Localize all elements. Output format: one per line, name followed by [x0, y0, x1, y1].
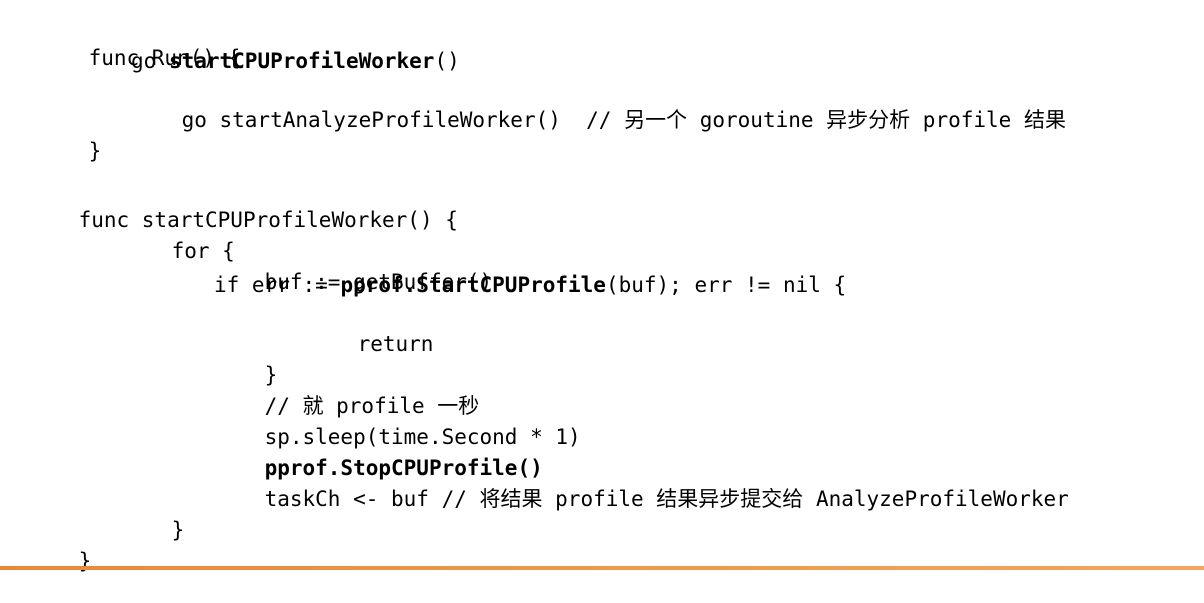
code-line-start-cpu-profile: if err := pprof.StartCPUProfile(buf); er…	[214, 271, 846, 299]
code-line-task-channel-send: taskCh <- buf // 将结果 profile 结果异步提交给 Ana…	[214, 457, 1069, 541]
code-text: if err :=	[214, 273, 341, 297]
code-text: }	[171, 518, 185, 542]
code-line-close-func: }	[28, 519, 92, 603]
code-text: (buf); err != nil {	[605, 273, 847, 297]
code-line-go-start-analyze-worker: go startAnalyzeProfileWorker() // 另一个 go…	[131, 78, 1066, 162]
code-text: go startAnalyzeProfileWorker() // 另一个 go…	[181, 108, 1066, 132]
code-text-bold: pprof.StartCPUProfile	[340, 273, 606, 297]
code-text: go	[131, 49, 169, 73]
code-text: return	[357, 332, 434, 356]
code-text: }	[88, 139, 102, 163]
code-text: taskCh <- buf // 将结果 profile 结果异步提交给 Ana…	[264, 487, 1069, 511]
code-line-close-for: }	[121, 488, 185, 572]
code-text-bold: startCPUProfileWorker	[168, 49, 435, 73]
accent-bar	[0, 566, 1204, 570]
code-slide: func Run() { go startCPUProfileWorker() …	[0, 0, 1204, 573]
code-text: ()	[434, 49, 460, 73]
code-line-go-start-cpu-worker: go startCPUProfileWorker()	[131, 47, 460, 75]
